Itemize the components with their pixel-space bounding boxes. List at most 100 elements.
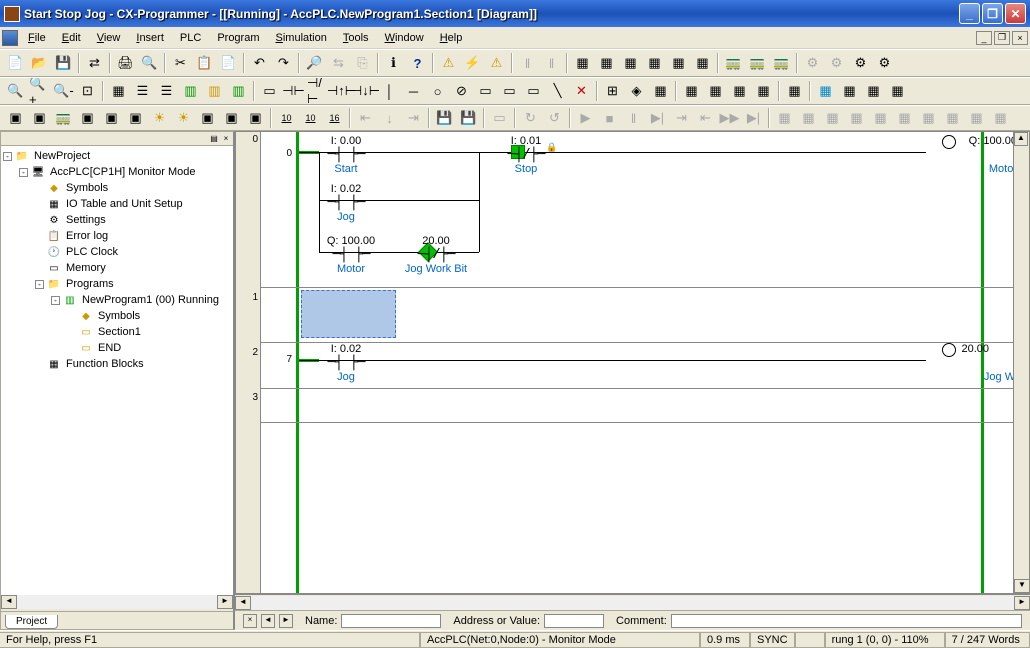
u2[interactable]: ▦ — [797, 107, 820, 129]
tx2-button[interactable]: ◈ — [625, 80, 648, 102]
tree-funcblocks[interactable]: Function Blocks — [64, 358, 146, 370]
ff-button[interactable]: ▶▶ — [718, 107, 741, 129]
tab-project[interactable]: Project — [5, 615, 58, 629]
copy-button[interactable] — [193, 52, 216, 74]
zoom-tool[interactable] — [4, 80, 27, 102]
i4-button[interactable]: ▦ — [886, 80, 909, 102]
u7[interactable]: ▦ — [917, 107, 940, 129]
s2[interactable]: ↺ — [543, 107, 566, 129]
infobar-close[interactable]: × — [243, 614, 257, 628]
vscrollbar[interactable]: ▲ ▼ — [1013, 132, 1029, 593]
tree-settings[interactable]: Settings — [64, 214, 108, 226]
hline-tool[interactable]: ─ — [402, 80, 425, 102]
hscrollbar[interactable]: ◄► — [235, 594, 1030, 610]
contact-motor[interactable]: Q: 100.00 ─┤ ├─ Motor — [321, 235, 381, 275]
train1-icon[interactable]: 🚃 — [722, 52, 745, 74]
o11[interactable]: ▣ — [244, 107, 267, 129]
func-tool[interactable]: ▭ — [474, 80, 497, 102]
tree-symbols[interactable]: Symbols — [64, 182, 110, 194]
contact-jog[interactable]: I: 0.02 ─┤ ├─ Jog — [321, 183, 371, 223]
stop-button[interactable]: ■ — [598, 107, 621, 129]
tree-programs[interactable]: Programs — [64, 278, 116, 290]
zoom-in[interactable]: 🔍+ — [28, 80, 51, 102]
o8[interactable]: ☀ — [172, 107, 195, 129]
line-tool[interactable]: ╲ — [546, 80, 569, 102]
g4-button[interactable]: ▦ — [752, 80, 775, 102]
menu-insert[interactable]: Insert — [128, 30, 172, 46]
cut-button[interactable] — [169, 52, 192, 74]
contact-jog2[interactable]: I: 0.02 ─┤ ├─ Jog — [321, 343, 371, 383]
play-button[interactable]: ▶ — [574, 107, 597, 129]
tree-section1[interactable]: Section1 — [96, 326, 143, 338]
pause-button[interactable]: ‖ — [622, 107, 645, 129]
project-tree[interactable]: -📁NewProject -🖥AccPLC[CP1H] Monitor Mode… — [1, 146, 233, 595]
contact-no-tool[interactable]: ⊣⊢ — [282, 80, 305, 102]
close-button[interactable]: ✕ — [1005, 3, 1026, 24]
end-button[interactable]: ▶| — [742, 107, 765, 129]
help-button[interactable] — [406, 52, 429, 74]
warn2-button[interactable]: ⚡ — [461, 52, 484, 74]
open-button[interactable] — [28, 52, 51, 74]
mdi-minimize[interactable]: _ — [976, 31, 992, 45]
addr-field[interactable] — [544, 614, 604, 628]
tx3-button[interactable]: ▦ — [649, 80, 672, 102]
view1-button[interactable]: ▦ — [571, 52, 594, 74]
contact-fall-tool[interactable]: ⊣↓⊢ — [354, 80, 377, 102]
list1-button[interactable]: ☰ — [131, 80, 154, 102]
o2[interactable]: ▣ — [28, 107, 51, 129]
u9[interactable]: ▦ — [965, 107, 988, 129]
tree-expand[interactable]: - — [3, 152, 12, 161]
tool-a[interactable]: ⚙ — [801, 52, 824, 74]
train2-icon[interactable]: 🚃 — [746, 52, 769, 74]
train3-icon[interactable]: 🚃 — [770, 52, 793, 74]
pause2-button[interactable]: ‖ — [540, 52, 563, 74]
view2-button[interactable]: ▦ — [595, 52, 618, 74]
u10[interactable]: ▦ — [989, 107, 1012, 129]
menu-plc[interactable]: PLC — [172, 30, 209, 46]
menu-file[interactable]: File — [20, 30, 54, 46]
tree-newprogram1[interactable]: NewProgram1 (00) Running — [80, 294, 221, 306]
print-preview-button[interactable] — [138, 52, 161, 74]
vline-tool[interactable]: │ — [378, 80, 401, 102]
goto-button[interactable]: ⎘ — [351, 52, 374, 74]
name-field[interactable] — [341, 614, 441, 628]
tool-b[interactable]: ⚙ — [825, 52, 848, 74]
o10[interactable]: ▣ — [220, 107, 243, 129]
tree-iotable[interactable]: IO Table and Unit Setup — [64, 198, 185, 210]
contact-stop[interactable]: I: 0.01 ─┤/├─ Stop — [501, 135, 551, 175]
tree-prgsymbols[interactable]: Symbols — [96, 310, 142, 322]
u3[interactable]: ▦ — [821, 107, 844, 129]
tree-plc[interactable]: AccPLC[CP1H] Monitor Mode — [48, 166, 198, 178]
undo-button[interactable] — [248, 52, 271, 74]
u6[interactable]: ▦ — [893, 107, 916, 129]
tree-root[interactable]: NewProject — [32, 150, 92, 162]
view4-button[interactable]: ▦ — [643, 52, 666, 74]
ladder3-button[interactable]: ▥ — [227, 80, 250, 102]
tree-memory[interactable]: Memory — [64, 262, 108, 274]
u8[interactable]: ▦ — [941, 107, 964, 129]
tx1-button[interactable]: ⊞ — [601, 80, 624, 102]
mdi-close[interactable]: × — [1012, 31, 1028, 45]
r1[interactable]: ▭ — [488, 107, 511, 129]
save-button[interactable] — [52, 52, 75, 74]
context-help-button[interactable]: ℹ — [382, 52, 405, 74]
menu-tools[interactable]: Tools — [335, 30, 377, 46]
hscroll-left[interactable]: ◄ — [1, 595, 17, 609]
tree-expand[interactable]: - — [51, 296, 60, 305]
infobar-right[interactable]: ► — [279, 614, 293, 628]
mdi-restore[interactable]: ❐ — [994, 31, 1010, 45]
p3[interactable]: ⇥ — [402, 107, 425, 129]
h1-button[interactable]: ▦ — [783, 80, 806, 102]
warn1-button[interactable]: ⚠ — [437, 52, 460, 74]
o6[interactable]: ▣ — [124, 107, 147, 129]
maximize-button[interactable]: ❐ — [982, 3, 1003, 24]
tool-d[interactable]: ⚙ — [873, 52, 896, 74]
ladder1-button[interactable]: ▥ — [179, 80, 202, 102]
hscroll-right[interactable]: ► — [217, 595, 233, 609]
menu-help[interactable]: Help — [432, 30, 471, 46]
radix-10u[interactable]: 10 — [299, 107, 322, 129]
g3-button[interactable]: ▦ — [728, 80, 751, 102]
infobar-left[interactable]: ◄ — [261, 614, 275, 628]
i3-button[interactable]: ▦ — [862, 80, 885, 102]
contact-nc-tool[interactable]: ⊣/⊢ — [306, 80, 329, 102]
